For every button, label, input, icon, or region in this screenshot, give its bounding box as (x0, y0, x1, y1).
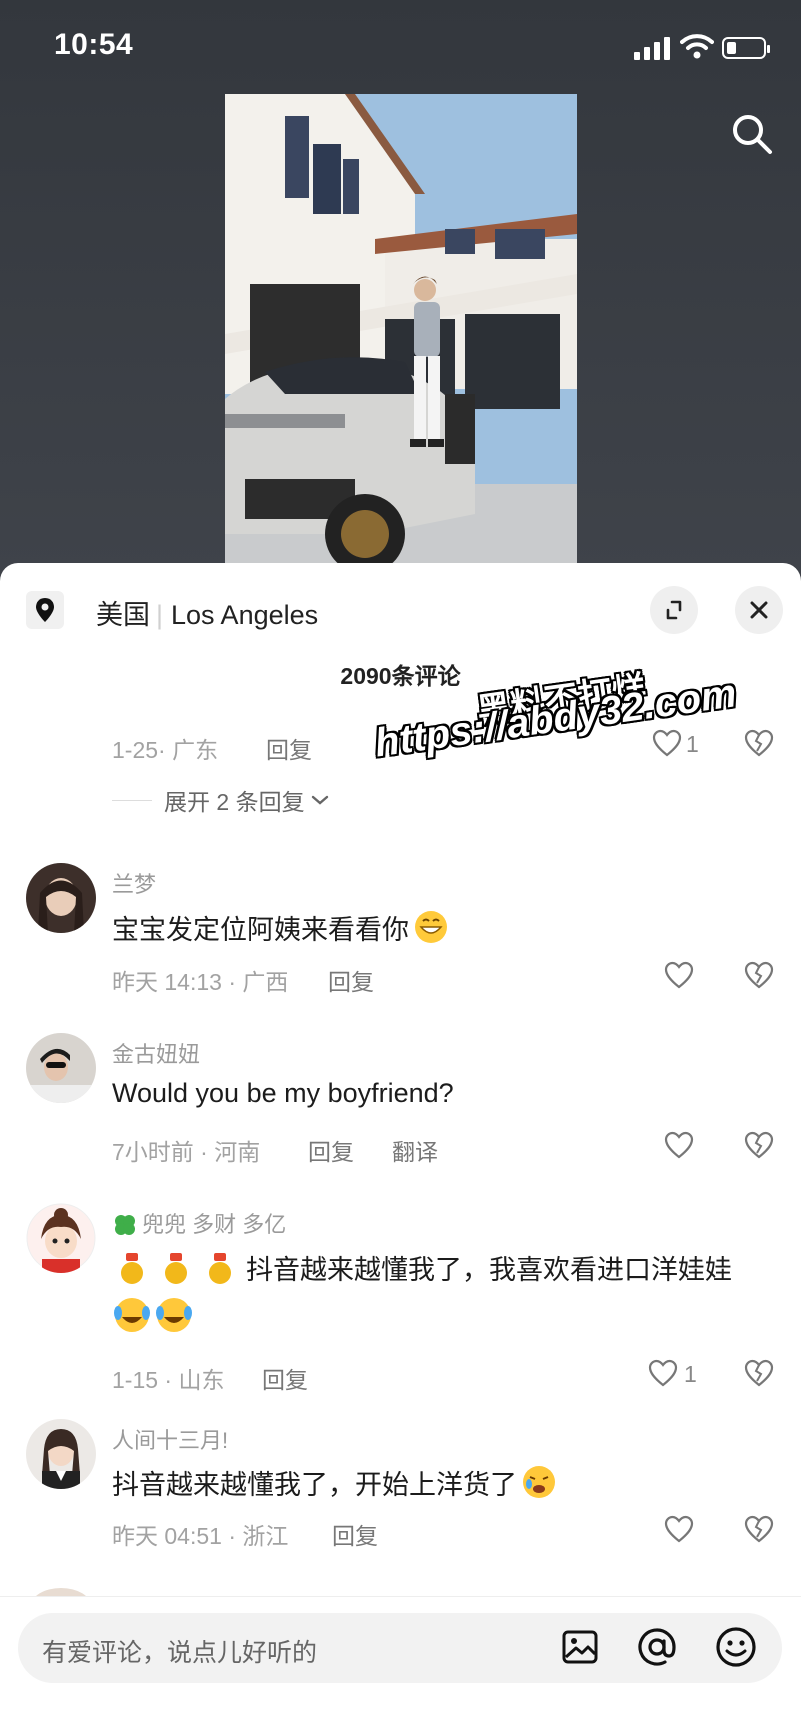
like-count: 1 (684, 1361, 697, 1387)
avatar[interactable] (26, 1033, 96, 1103)
expand-replies-label: 展开 2 条回复 (164, 789, 305, 815)
divider (112, 799, 152, 801)
comment-input-bar: 有爱评论，说点儿好听的 (0, 1596, 801, 1720)
comment-meta: 1-15 · 山东 (112, 1367, 225, 1393)
comment-text: 抖音越来越懂我了，开始上洋货了 (112, 1463, 557, 1502)
signal-icon (634, 36, 670, 60)
grinning-emoji-icon (415, 911, 447, 943)
heart-icon[interactable] (664, 1131, 694, 1159)
comment-author[interactable]: 人间十三月! (112, 1423, 228, 1455)
comment-meta: 昨天 04:51 · 浙江 (112, 1523, 289, 1549)
translate-button[interactable]: 翻译 (392, 1133, 438, 1167)
dislike-icon[interactable] (744, 1131, 774, 1159)
location-country: 美国 (96, 600, 150, 630)
comment-emojis (112, 1295, 196, 1342)
reply-button[interactable]: 回复 (308, 1133, 354, 1167)
location-city: Los Angeles (171, 600, 319, 630)
dislike-icon[interactable] (744, 961, 774, 989)
comment-body: 抖音越来越懂我了，开始上洋货了 (112, 1470, 517, 1500)
comment-text: 抖音越来越懂我了，我喜欢看进口洋娃娃 (118, 1248, 732, 1287)
avatar[interactable] (26, 1419, 96, 1489)
comment-body: 宝宝发定位阿姨来看看你 (112, 915, 409, 945)
heart-icon[interactable] (664, 1515, 694, 1543)
clover-icon (115, 1215, 135, 1235)
like-count: 1 (686, 731, 699, 757)
comment-meta: 昨天 14:13 · 广西 (112, 969, 289, 995)
author-name: 兜兜 多财 多亿 (142, 1212, 287, 1237)
close-icon (750, 601, 768, 619)
dislike-icon[interactable] (744, 729, 774, 757)
expand-button[interactable] (650, 586, 698, 634)
comment-text: Would you be my boyfriend? (112, 1078, 454, 1108)
emoji-icon[interactable] (714, 1625, 758, 1669)
reply-button[interactable]: 回复 (332, 1517, 378, 1551)
search-icon[interactable] (730, 112, 774, 156)
tears-of-joy-emoji-icon (114, 1298, 192, 1332)
expand-replies[interactable]: 展开 2 条回复 (112, 783, 331, 817)
dislike-icon[interactable] (744, 1359, 774, 1387)
comment-author[interactable]: 金古妞妞 (112, 1037, 200, 1069)
location-label[interactable]: 美国 | Los Angeles (96, 593, 318, 632)
wifi-icon (680, 34, 714, 59)
comment-meta: 7小时前 · 河南 (112, 1139, 261, 1165)
comment-author[interactable]: 兜兜 多财 多亿 (112, 1207, 286, 1239)
reply-button[interactable]: 回复 (266, 731, 312, 765)
hot-face-emoji-icon (523, 1466, 555, 1498)
comment-text: 宝宝发定位阿姨来看看你 (112, 908, 449, 947)
dislike-icon[interactable] (744, 1515, 774, 1543)
chevron-down-icon (311, 795, 328, 805)
comment-author[interactable]: 兰梦 (112, 867, 156, 899)
avatar[interactable] (26, 863, 96, 933)
battery-icon (722, 37, 770, 59)
reply-button[interactable]: 回复 (262, 1361, 308, 1395)
location-pin-icon[interactable] (26, 591, 64, 629)
status-bar: 10:54 (0, 0, 801, 90)
heart-icon[interactable] (652, 729, 682, 757)
comment-input-placeholder: 有爱评论，说点儿好听的 (42, 1639, 318, 1667)
expand-icon (666, 600, 682, 620)
comment-body: 抖音越来越懂我了，我喜欢看进口洋娃娃 (246, 1255, 732, 1285)
video-thumbnail[interactable] (225, 94, 577, 620)
comment-meta: 1-25· 广东 (112, 737, 219, 763)
at-icon[interactable] (636, 1626, 678, 1668)
status-time: 10:54 (54, 28, 134, 61)
heart-icon[interactable] (648, 1359, 678, 1387)
reply-button[interactable]: 回复 (328, 963, 374, 997)
image-icon[interactable] (560, 1627, 600, 1667)
money-bag-icon (121, 1253, 231, 1284)
heart-icon[interactable] (664, 961, 694, 989)
location-separator: | (156, 600, 164, 630)
avatar[interactable] (26, 1203, 96, 1273)
close-button[interactable] (735, 586, 783, 634)
